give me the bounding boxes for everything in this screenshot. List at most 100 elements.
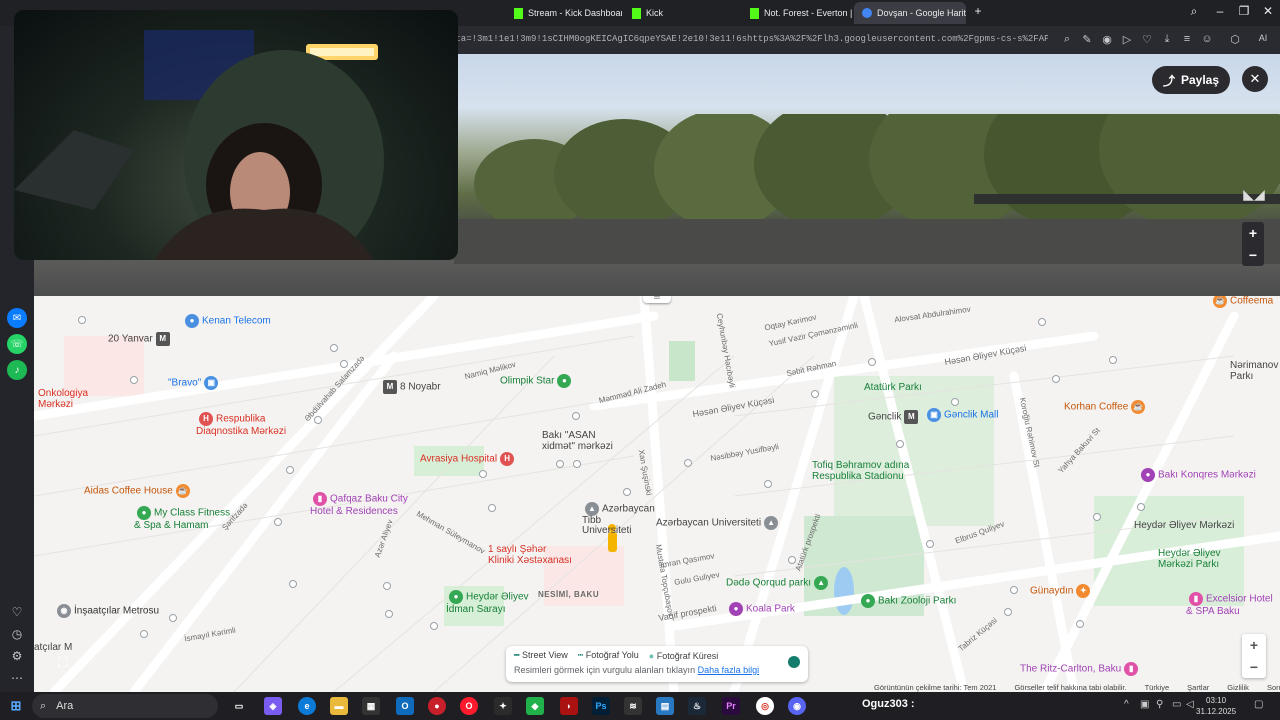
task-view-icon[interactable]: ▭	[230, 697, 248, 715]
photoshop-icon[interactable]: Ps	[592, 697, 610, 715]
app-icon[interactable]: ●	[428, 697, 446, 715]
place-asan[interactable]: Bakı "ASAN xidmət" mərkəzi	[542, 430, 613, 452]
tab-match[interactable]: Not. Forest - Everton | İdd	[742, 2, 852, 24]
send-icon[interactable]: ▷	[1120, 33, 1134, 46]
discord-icon[interactable]: ◉	[788, 697, 806, 715]
taskbar-user[interactable]: Oguz303 :	[862, 698, 915, 710]
spotify-icon[interactable]: ♪	[7, 360, 27, 380]
network-icon[interactable]: ▭	[1172, 699, 1181, 710]
mic-icon[interactable]: ⚲	[1156, 699, 1163, 710]
map-zoom-out-button[interactable]: −	[1242, 656, 1266, 678]
heart-icon[interactable]: ♡	[7, 602, 27, 622]
place-zoo[interactable]: ● Bakı Zooloji Parkı	[858, 594, 956, 608]
camera-icon[interactable]: ◉	[1100, 33, 1114, 46]
place-qafqaz-hotel[interactable]: ▮ Qafqaz Baku City Hotel & Residences	[310, 492, 408, 517]
place-my-class-fitness[interactable]: ● My Class Fitness & Spa & Hamam	[134, 506, 230, 531]
place-excelsior[interactable]: ▮ Excelsior Hotel & SPA Baku	[1186, 592, 1273, 617]
place-respublika[interactable]: H Respublika Diaqnostika Mərkəzi	[196, 412, 286, 437]
more-info-link[interactable]: Daha fazla bilgi	[698, 665, 760, 675]
edit-icon[interactable]: ✎	[1080, 33, 1094, 46]
map-view[interactable]: ═ ● Kenan Telecom 20 Yanvar M "Bravo" ▣ Onk…	[34, 296, 1280, 692]
heart-icon[interactable]: ♡	[1140, 33, 1154, 46]
place-8-noyabr[interactable]: M8 Noyabr	[380, 380, 441, 394]
notification-icon[interactable]: ▢	[1254, 699, 1263, 710]
url-field[interactable]: ata=!3m1!1e1!3m9!1sCIHM0ogKEICAgIC6qpeYS…	[450, 34, 1048, 44]
place-bravo[interactable]: "Bravo" ▣	[168, 376, 221, 390]
place-heydar-parki[interactable]: Heydər Əliyev Mərkəzi Parkı	[1158, 548, 1221, 570]
app-green-icon[interactable]: ◆	[526, 697, 544, 715]
compass-icon[interactable]: ◣◢	[1238, 186, 1270, 208]
place-nerimanov[interactable]: Nərimanov Parkı	[1230, 360, 1278, 382]
chrome-icon[interactable]: ◎	[756, 697, 774, 715]
steam-icon[interactable]: ♨	[688, 697, 706, 715]
map-zoom-in-button[interactable]: +	[1242, 634, 1266, 656]
edge-icon[interactable]: e	[298, 697, 316, 715]
file-explorer-icon[interactable]: ▬	[330, 697, 348, 715]
place-genclik-mall[interactable]: ▣ Gənclik Mall	[924, 408, 998, 422]
place-1-sayli-klinika[interactable]: 1 saylı Şəhər Kliniki Xəstəxanası	[488, 544, 572, 566]
tab-kick-dashboard[interactable]: Stream - Kick Dashboard	[506, 2, 622, 24]
place-az-universiteti[interactable]: Azərbaycan Universiteti ▲	[656, 516, 781, 530]
place-avrasiya[interactable]: Avrasiya Hospital H	[420, 452, 517, 466]
settings-icon[interactable]: ⚙	[7, 646, 27, 666]
close-street-view-button[interactable]: ✕	[1242, 66, 1268, 92]
store-icon[interactable]: ▦	[362, 697, 380, 715]
place-20-yanvar[interactable]: 20 Yanvar M	[108, 332, 173, 346]
place-dede-qorqud[interactable]: Dədə Qorqud parkı ▲	[726, 576, 831, 590]
taskbar-clock[interactable]: 03:10 31.12.2025	[1196, 695, 1236, 717]
fullscreen-icon[interactable]: ⛶	[58, 654, 68, 671]
country-link[interactable]: Türkiye	[1145, 683, 1170, 692]
taskbar-search[interactable]: ⌕ Ara	[32, 694, 218, 718]
place-insaatcilar[interactable]: ◉ İnşaatçılar Metrosu	[54, 604, 159, 618]
place-korhan-coffee[interactable]: Korhan Coffee ☕	[1064, 400, 1148, 414]
copilot-icon[interactable]: ◈	[264, 697, 282, 715]
history-icon[interactable]: ◷	[7, 624, 27, 644]
profile-icon[interactable]: ☺	[1200, 33, 1214, 45]
more-icon[interactable]: ⋯	[7, 668, 27, 688]
place-ritz-carlton[interactable]: The Ritz-Carlton, Baku ▮	[1020, 662, 1141, 676]
place-olimpik-star[interactable]: Olimpik Star ●	[500, 374, 574, 388]
new-tab-button[interactable]: +	[970, 4, 986, 18]
premiere-icon[interactable]: Pr	[722, 697, 740, 715]
minimize-button[interactable]: –	[1212, 4, 1228, 18]
place-aidas-coffee[interactable]: Aidas Coffee House ☕	[84, 484, 193, 498]
place-konqres[interactable]: ● Bakı Konqres Mərkəzi	[1138, 468, 1256, 482]
place-tibb-universiteti[interactable]: ▲ Azərbaycan Tibb Universiteti	[582, 502, 655, 536]
menu-icon[interactable]: ≡	[1180, 33, 1194, 45]
opera-icon[interactable]: O	[460, 697, 478, 715]
extension-icon[interactable]: ⬡	[1228, 33, 1242, 46]
split-handle[interactable]: ═	[643, 296, 671, 303]
street-view-toggle[interactable]	[788, 656, 800, 668]
place-metro-partial[interactable]: atçılar M	[34, 642, 72, 653]
place-tofiq-stadionu[interactable]: Tofiq Bəhramov adına Respublika Stadionu	[812, 460, 909, 482]
place-kenan-telecom[interactable]: ● Kenan Telecom	[182, 314, 271, 328]
window-close-button[interactable]: ✕	[1260, 4, 1276, 18]
outlook-icon[interactable]: O	[396, 697, 414, 715]
place-onkologiya[interactable]: Onkologiya Mərkəzi	[38, 388, 88, 410]
tab-kick[interactable]: Kick	[624, 2, 740, 24]
terms-link[interactable]: Şartlar	[1187, 683, 1209, 692]
app-red-icon[interactable]: ◗	[560, 697, 578, 715]
place-heydar-merkezi[interactable]: Heydər Əliyev Mərkəzi	[1134, 520, 1234, 531]
whatsapp-icon[interactable]: ☏	[7, 334, 27, 354]
place-coffeemania[interactable]: ☕ Coffeema	[1210, 296, 1273, 308]
terminal-icon[interactable]: ≋	[624, 697, 642, 715]
windows-start-icon[interactable]: ⊞	[7, 697, 25, 715]
place-gunaydin[interactable]: Günaydın ✦	[1030, 584, 1093, 598]
maximize-button[interactable]: ❐	[1236, 4, 1252, 18]
tab-google-maps[interactable]: Dovşan - Google Haritalar	[854, 2, 966, 24]
volume-icon[interactable]: ◁	[1186, 699, 1194, 710]
tray-arrow-icon[interactable]: ^	[1124, 699, 1129, 710]
download-icon[interactable]: ⤓	[1160, 33, 1174, 46]
settings-icon[interactable]: ✦	[494, 697, 512, 715]
zoom-out-button[interactable]: −	[1242, 244, 1264, 266]
app-blue-icon[interactable]: ▤	[656, 697, 674, 715]
tray-app-icon[interactable]: ▣	[1140, 699, 1149, 710]
ai-icon[interactable]: AI	[1256, 33, 1270, 43]
privacy-link[interactable]: Gizlilik	[1227, 683, 1249, 692]
messenger-icon[interactable]: ✉	[7, 308, 27, 328]
share-button[interactable]: ⤴ Paylaş	[1152, 66, 1230, 94]
search-tabs-icon[interactable]: ⌕	[1186, 4, 1202, 19]
report-link[interactable]: Sorun bildirin	[1267, 683, 1280, 692]
place-ataturk-parki[interactable]: Atatürk Parkı	[864, 382, 922, 393]
